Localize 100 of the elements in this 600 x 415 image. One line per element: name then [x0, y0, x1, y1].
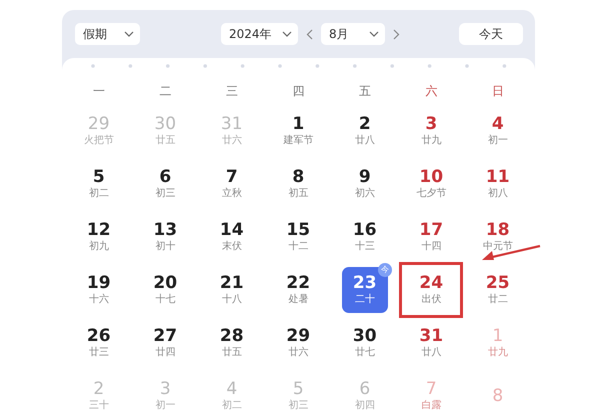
chevron-right-icon[interactable] [393, 28, 400, 40]
chevron-left-icon[interactable] [306, 28, 313, 40]
lunar-date: 初九 [88, 240, 109, 253]
lunar-date: 廿六 [288, 346, 308, 359]
lunar-date: 白露 [421, 399, 442, 412]
day-cell[interactable]: 1 建军节 [275, 108, 322, 154]
day-cell[interactable]: 5 初二 [76, 161, 122, 207]
day-cell[interactable]: 9 初六 [342, 161, 388, 207]
day-number: 14 [220, 221, 244, 240]
lunar-date: 廿九 [488, 346, 508, 359]
day-number: 18 [486, 221, 510, 240]
day-cell[interactable]: 15 十二 [275, 214, 322, 260]
day-number: 21 [220, 274, 244, 293]
lunar-date: 三十 [88, 399, 109, 412]
dropdown[interactable]: 8月 [321, 23, 385, 45]
day-number: 4 [492, 115, 504, 134]
day-cell[interactable]: 3 廿九 [408, 108, 454, 154]
day-cell[interactable]: 30 廿七 [342, 320, 388, 366]
day-cell[interactable]: 7 立秋 [208, 161, 255, 207]
day-cell[interactable]: 10 七夕节 [408, 161, 454, 207]
day-cell[interactable]: 4 初一 [474, 108, 521, 154]
day-number: 26 [86, 327, 111, 346]
day-cell[interactable]: 21 十八 [208, 267, 255, 313]
day-cell[interactable]: 16 十三 [342, 214, 388, 260]
day-cell[interactable]: 29 廿六 [275, 320, 322, 366]
day-number: 17 [419, 221, 444, 240]
day-cell[interactable]: 26 廿三 [76, 320, 122, 366]
day-number: 2 [93, 380, 104, 399]
day-cell[interactable]: 8 初五 [275, 161, 322, 207]
day-cell[interactable]: 11 初八 [474, 161, 521, 207]
day-number: 5 [292, 380, 304, 399]
day-number: 3 [160, 380, 171, 399]
day-number: 30 [352, 327, 377, 346]
lunar-date: 二十 [354, 293, 375, 306]
lunar-date: 初一 [488, 134, 508, 147]
lunar-date: 建军节 [283, 134, 314, 147]
lunar-date: 初五 [288, 187, 308, 200]
lunar-date: 廿六 [222, 134, 242, 147]
chevron-down-icon [124, 31, 134, 37]
lunar-date: 廿二 [488, 293, 508, 306]
lunar-date: 七夕节 [416, 187, 446, 200]
day-number: 10 [419, 168, 444, 187]
lunar-date: 初六 [354, 187, 375, 200]
day-cell[interactable]: 31 廿八 [408, 320, 454, 366]
day-cell[interactable]: 14 末伏 [208, 214, 255, 260]
day-cell[interactable]: 24 出伏 [399, 262, 464, 318]
day-number: 22 [286, 274, 310, 293]
day-cell[interactable]: 19 十六 [76, 267, 122, 313]
lunar-date: 十八 [222, 293, 242, 306]
day-cell[interactable]: 17 十四 [408, 214, 454, 260]
lunar-date: 十三 [354, 240, 375, 253]
day-number: 8 [292, 168, 304, 187]
weekday-label: 二 [158, 83, 172, 100]
day-number: 31 [220, 115, 243, 134]
weekday-label: 四 [291, 83, 306, 100]
day-number: 1 [492, 327, 504, 346]
day-number: 16 [352, 221, 377, 240]
lunar-date: 十六 [88, 293, 109, 306]
day-cell[interactable]: 6 初三 [142, 161, 188, 207]
lunar-date: 廿八 [354, 134, 375, 147]
lunar-date: 末伏 [222, 240, 242, 253]
day-cell[interactable]: 27 廿四 [142, 320, 188, 366]
day-cell[interactable]: 20 十七 [142, 267, 188, 313]
day-number: 8 [492, 386, 504, 406]
lunar-date: 初二 [88, 187, 109, 200]
weekday-label: 六 [424, 83, 438, 100]
lunar-date: 十四 [421, 240, 442, 253]
day-cell[interactable]: 18 中元节 [474, 214, 521, 260]
lunar-date: 廿五 [222, 346, 242, 359]
lunar-date: 廿五 [155, 134, 176, 147]
chevron-down-icon [369, 31, 379, 37]
day-cell[interactable]: 22 处暑 [275, 267, 322, 313]
day-number: 2 [358, 115, 371, 134]
day-cell[interactable]: 12 初九 [76, 214, 122, 260]
day-number: 7 [226, 168, 238, 187]
lunar-date: 出伏 [421, 293, 442, 306]
day-number: 1 [292, 115, 304, 134]
day-number: 4 [226, 380, 238, 399]
day-cell[interactable]: 13 初十 [142, 214, 188, 260]
lunar-date: 廿七 [354, 346, 375, 359]
today-button[interactable]: 今天 [459, 23, 523, 45]
dropdown[interactable]: 2024年 [221, 23, 298, 45]
day-number: 6 [359, 380, 370, 399]
day-number: 29 [286, 327, 310, 346]
lunar-date: 初十 [155, 240, 176, 253]
lunar-date: 初八 [488, 187, 508, 200]
lunar-date: 十七 [155, 293, 176, 306]
lunar-date: 初二 [222, 399, 242, 412]
dropdown[interactable]: 假期 [75, 23, 140, 45]
day-number: 5 [92, 168, 105, 187]
day-cell[interactable]: 28 廿五 [208, 320, 255, 366]
day-cell[interactable]: 25 廿二 [474, 267, 521, 313]
chevron-down-icon [282, 31, 292, 37]
day-cell[interactable]: 2 廿八 [342, 108, 388, 154]
lunar-date: 廿三 [88, 346, 109, 359]
today-badge: 今 [378, 263, 392, 277]
day-number: 9 [358, 168, 371, 187]
day-number: 31 [419, 327, 444, 346]
weekday-label: 三 [224, 83, 239, 100]
day-number: 19 [86, 274, 111, 293]
